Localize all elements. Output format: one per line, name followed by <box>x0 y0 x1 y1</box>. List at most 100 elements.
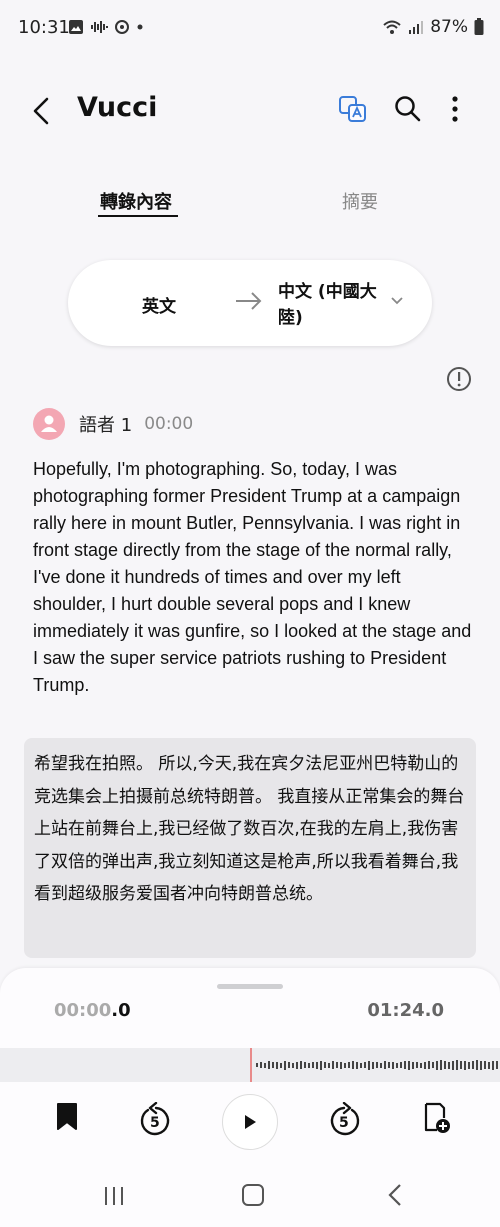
waveform-bar <box>316 1061 318 1069</box>
waveform-bar <box>328 1062 330 1068</box>
speaker-row[interactable]: 語者 1 00:00 <box>33 408 193 440</box>
waveform-bar <box>300 1061 302 1069</box>
waveform-bar <box>444 1061 446 1069</box>
active-tab-indicator <box>98 215 178 217</box>
waveform-bar <box>448 1061 450 1069</box>
waveform-bar <box>348 1062 350 1068</box>
waveform-bar <box>260 1062 262 1068</box>
translation-text: 希望我在拍照。 所以,今天,我在宾夕法尼亚州巴特勒山的竞选集会上拍摄前总统特朗普… <box>34 754 465 904</box>
image-icon <box>69 20 83 34</box>
waveform-bar <box>484 1061 486 1069</box>
home-icon[interactable] <box>242 1184 264 1206</box>
wifi-icon <box>383 20 401 34</box>
waveform-bar <box>384 1061 386 1069</box>
sync-icon <box>115 20 129 34</box>
rewind-seconds: 5 <box>150 1115 160 1131</box>
back-arrow-icon[interactable] <box>26 94 60 128</box>
waveform-bar <box>332 1061 334 1069</box>
waveform-bar <box>324 1062 326 1068</box>
waveform-bar <box>424 1061 426 1069</box>
info-icon[interactable] <box>446 366 472 392</box>
waveform-bar <box>360 1062 362 1068</box>
play-icon <box>244 1114 256 1129</box>
arrow-right-icon <box>236 292 262 310</box>
waveform-bar <box>304 1062 306 1068</box>
translation-box: 希望我在拍照。 所以,今天,我在宾夕法尼亚州巴特勒山的竞选集会上拍摄前总统特朗普… <box>24 738 476 958</box>
waveform-bar <box>380 1062 382 1068</box>
forward-seconds: 5 <box>339 1115 349 1131</box>
waveform-bar <box>284 1060 286 1070</box>
waveform-bar <box>488 1061 490 1069</box>
waveform-bar <box>264 1062 266 1068</box>
waveform-bars <box>256 1060 500 1070</box>
nav-back-icon[interactable] <box>385 1182 405 1208</box>
forward-5-button[interactable]: 5 <box>326 1102 362 1140</box>
waveform-bar <box>432 1062 434 1068</box>
search-icon[interactable] <box>393 94 423 124</box>
drag-handle[interactable] <box>217 984 283 989</box>
waveform-bar <box>272 1062 274 1068</box>
waveform-bar <box>312 1062 314 1068</box>
waveform-bar <box>372 1061 374 1069</box>
waveform-bar <box>356 1061 358 1069</box>
rewind-5-button[interactable]: 5 <box>138 1102 174 1140</box>
status-right: 87% <box>382 17 484 37</box>
total-time: 01:24.0 <box>367 1000 444 1021</box>
waveform-bar <box>276 1061 278 1069</box>
waveform-bar <box>352 1061 354 1069</box>
waveform-bar <box>280 1062 282 1068</box>
play-button[interactable] <box>222 1094 278 1150</box>
transcript-text: Hopefully, I'm photographing. So, today,… <box>33 459 472 695</box>
playback-controls: 5 5 <box>0 1094 500 1154</box>
waveform-bar <box>408 1060 410 1070</box>
source-language[interactable]: 英文 <box>142 292 176 317</box>
waveform-bar <box>296 1061 298 1069</box>
waveform-bar <box>320 1060 322 1070</box>
speaker-timestamp: 00:00 <box>144 414 194 434</box>
playhead[interactable] <box>250 1048 252 1082</box>
waveform-bar <box>336 1062 338 1068</box>
tab-transcript[interactable]: 轉錄內容 <box>100 188 172 214</box>
more-options-icon[interactable] <box>445 94 465 124</box>
waveform-bar <box>416 1062 418 1068</box>
add-bookmark-note-icon[interactable] <box>423 1102 451 1134</box>
recents-icon[interactable] <box>103 1185 125 1207</box>
waveform-bar <box>364 1062 366 1068</box>
waveform-bar <box>452 1060 454 1070</box>
waveform-bar <box>428 1061 430 1069</box>
waveform-bar <box>256 1063 258 1067</box>
waveform-bar <box>460 1061 462 1069</box>
voice-recorder-icon <box>91 21 108 33</box>
battery-percent: 87% <box>430 17 468 37</box>
app-bar: Vucci <box>0 80 500 142</box>
tab-summary[interactable]: 摘要 <box>342 188 378 214</box>
target-language[interactable]: 中文 (中國大陸) <box>278 279 388 331</box>
waveform-bar <box>464 1060 466 1070</box>
waveform-bar <box>268 1061 270 1069</box>
waveform-bar <box>468 1061 470 1069</box>
waveform-bar <box>472 1061 474 1069</box>
language-selector[interactable]: 英文 中文 (中國大陸) <box>68 260 432 346</box>
waveform-bar <box>412 1061 414 1069</box>
chevron-down-icon[interactable] <box>390 296 404 306</box>
waveform-bar <box>376 1062 378 1068</box>
waveform-bar <box>480 1060 482 1070</box>
system-nav-bar <box>0 1168 500 1227</box>
status-time: 10:31 <box>18 17 70 38</box>
translate-icon[interactable] <box>338 94 368 124</box>
waveform-bar <box>396 1062 398 1068</box>
waveform-bar <box>436 1060 438 1070</box>
waveform-bar <box>344 1062 346 1068</box>
battery-icon <box>474 18 484 35</box>
person-icon <box>41 415 57 432</box>
page-title: Vucci <box>77 92 158 123</box>
waveform-bar <box>340 1061 342 1069</box>
waveform-bar <box>476 1060 478 1070</box>
tab-bar: 轉錄內容 摘要 <box>0 188 500 222</box>
speaker-avatar <box>33 408 65 440</box>
status-bar: 10:31 87% <box>0 0 500 58</box>
waveform-bar <box>400 1062 402 1068</box>
dot-icon <box>137 24 143 30</box>
bookmark-icon[interactable] <box>55 1102 79 1132</box>
waveform-scrubber[interactable] <box>0 1048 500 1082</box>
